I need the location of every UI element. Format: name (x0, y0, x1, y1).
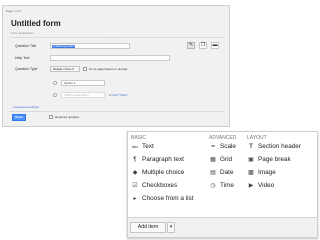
grid-icon: ▦ (210, 157, 216, 163)
layout-header: LAYOUT (247, 135, 267, 141)
form-description-field[interactable]: Form Description (11, 31, 34, 35)
checkbox-icon: ☑ (132, 183, 138, 189)
go-to-page-label: Go to page based on answer (89, 67, 128, 71)
advanced-settings-link[interactable]: + Advanced settings (12, 105, 39, 109)
video-icon: ▶ (248, 183, 254, 189)
required-label: Required question (55, 115, 80, 119)
abc-icon: abc (131, 144, 139, 149)
menu-item-grid[interactable]: ▦ Grid (209, 155, 232, 165)
form-title[interactable]: Untitled form (11, 19, 61, 28)
menu-footer: Add item ▾ (128, 217, 317, 237)
done-button[interactable]: Done (12, 114, 26, 121)
option-radio (53, 81, 57, 85)
menu-item-section-header[interactable]: T Section header (247, 142, 301, 152)
menu-item-text[interactable]: abc Text (131, 142, 154, 152)
help-text-field[interactable] (50, 55, 170, 61)
divider (9, 37, 225, 38)
page-break-icon: ▣ (248, 157, 254, 163)
chevron-down-icon: ▾ (169, 224, 173, 230)
trash-icon: ▬ (212, 42, 218, 48)
section-header-icon: T (249, 144, 253, 150)
menu-item-time[interactable]: ◷ Time (209, 181, 234, 191)
menu-item-label: Image (258, 169, 276, 176)
clock-icon: ◷ (210, 183, 216, 189)
date-icon: ▤ (210, 170, 216, 176)
menu-item-label: Checkboxes (142, 182, 178, 189)
advanced-header: ADVANCED (209, 135, 237, 141)
drag-handle[interactable]: :::: (110, 37, 113, 41)
menu-item-label: Grid (220, 156, 233, 163)
required-checkbox[interactable] (49, 115, 53, 119)
menu-item-image[interactable]: ▩ Image (247, 168, 276, 178)
radio-icon: ◆ (132, 170, 138, 176)
paragraph-icon: ¶ (133, 157, 137, 163)
page-indicator: Page 1 of 1 (6, 9, 22, 13)
menu-item-label: Text (142, 143, 154, 150)
menu-item-page-break[interactable]: ▣ Page break (247, 155, 291, 165)
add-item-dropdown-button[interactable]: ▾ (167, 222, 175, 233)
menu-item-label: Choose from a list (142, 195, 194, 202)
help-text-label: Help Text (15, 56, 30, 60)
menu-item-multiple-choice[interactable]: ◆ Multiple choice (131, 168, 185, 178)
option-field[interactable]: Option 1 (61, 80, 105, 86)
chevron-down-icon: ▾ (72, 67, 74, 71)
basic-header: BASIC (131, 135, 147, 141)
edit-question-button[interactable]: ✎ (187, 42, 195, 49)
question-type-value: Multiple choice (53, 67, 72, 71)
menu-item-video[interactable]: ▶ Video (247, 181, 275, 191)
menu-item-paragraph-text[interactable]: ¶ Paragraph text (131, 155, 184, 165)
menu-item-label: Paragraph text (142, 156, 184, 163)
list-icon: ▸ (133, 196, 137, 202)
delete-question-button[interactable]: ▬ (211, 42, 219, 49)
menu-item-checkboxes[interactable]: ☑ Checkboxes (131, 181, 177, 191)
menu-item-scale[interactable]: ━ Scale (209, 142, 236, 152)
go-to-page-checkbox[interactable] (83, 67, 87, 71)
menu-item-label: Section header (258, 143, 301, 150)
pencil-icon: ✎ (188, 42, 194, 48)
menu-item-label: Video (258, 182, 275, 189)
image-icon: ▩ (248, 170, 254, 176)
add-item-button[interactable]: Add item (130, 222, 166, 233)
add-item-menu: BASIC ADVANCED LAYOUT abc Text ¶ Paragraph… (127, 131, 318, 238)
question-title-label: Question Title (15, 44, 37, 48)
question-type-label: Question Type (15, 67, 38, 71)
menu-item-label: Page break (258, 156, 291, 163)
form-editor-panel: Page 1 of 1 Untitled form Form Descripti… (2, 5, 230, 127)
menu-item-choose-from-list[interactable]: ▸ Choose from a list (131, 194, 194, 204)
question-title-value: Untitled Question (52, 44, 76, 48)
question-type-select[interactable]: Multiple choice ▾ (50, 66, 80, 72)
duplicate-question-button[interactable]: ❐ (199, 42, 207, 49)
menu-item-label: Time (220, 182, 234, 189)
divider (9, 111, 225, 112)
menu-item-label: Date (220, 169, 234, 176)
option-radio (53, 93, 57, 97)
menu-item-label: Scale (220, 143, 236, 150)
add-other: or Add "Other" (109, 93, 128, 97)
copy-icon: ❐ (200, 42, 206, 48)
menu-item-label: Multiple choice (142, 169, 185, 176)
add-option-field[interactable]: Click to add option (61, 92, 105, 98)
menu-item-date[interactable]: ▤ Date (209, 168, 234, 178)
scale-icon: ━ (211, 144, 215, 150)
add-other-link[interactable]: Add "Other" (112, 93, 128, 97)
question-title-field[interactable]: Untitled Question (50, 43, 130, 49)
